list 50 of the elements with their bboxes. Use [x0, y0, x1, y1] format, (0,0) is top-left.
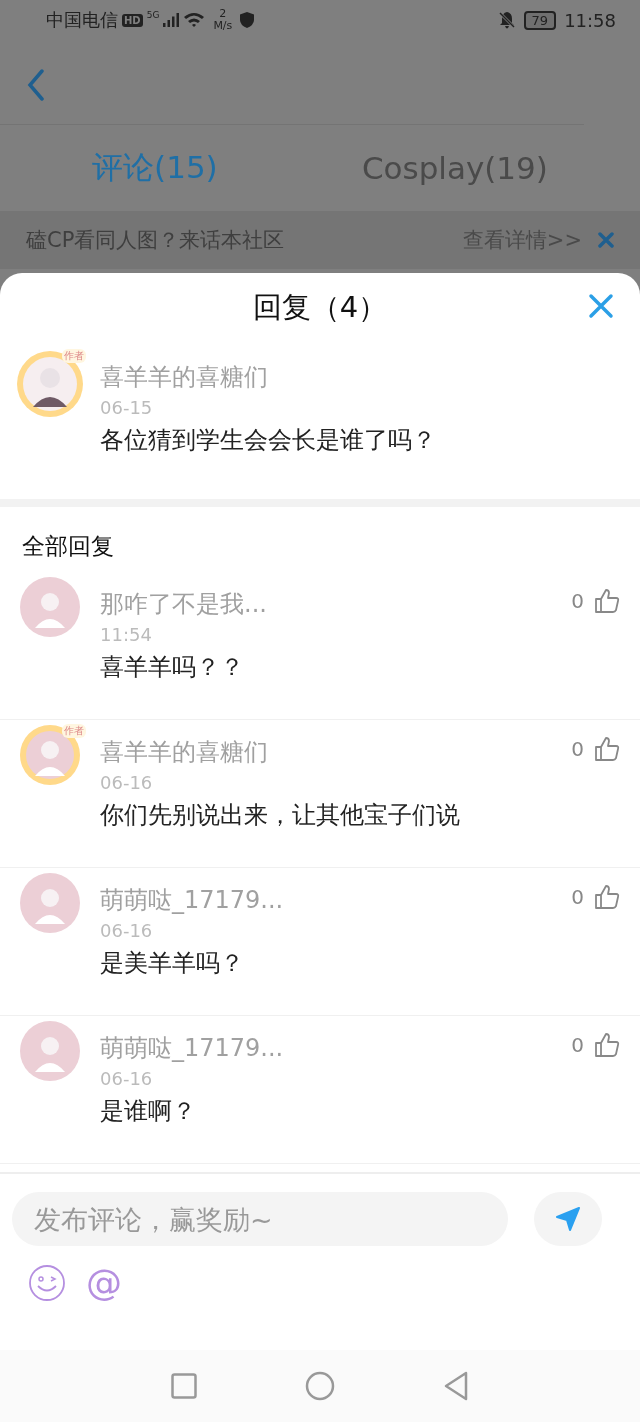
shield-icon	[240, 12, 255, 28]
post-date: 06-15	[100, 397, 153, 419]
hd-badge: HD	[122, 13, 143, 27]
send-icon	[554, 1205, 582, 1233]
network-label: 5G	[146, 10, 160, 20]
signal-icon	[163, 13, 180, 27]
wifi-icon	[183, 12, 206, 28]
username[interactable]: 喜羊羊的喜糖们	[100, 361, 268, 393]
author-badge: 作者	[62, 349, 86, 363]
comment-text: 喜羊羊吗？？	[100, 652, 244, 683]
thumbs-up-icon[interactable]	[594, 588, 620, 614]
username[interactable]: 萌萌哒_17179...	[100, 1032, 284, 1064]
back-icon[interactable]	[443, 1371, 469, 1401]
tab[interactable]: 评论(15)	[82, 143, 228, 193]
username[interactable]: 那咋了不是我...	[100, 588, 267, 620]
reply-date: 11:54	[100, 624, 152, 646]
clock-time: 11:58	[564, 9, 616, 31]
recents-icon[interactable]	[171, 1373, 197, 1399]
reply-date: 06-16	[100, 772, 153, 794]
battery-indicator: 79	[523, 10, 557, 30]
comment-text: 是谁啊？	[100, 1096, 196, 1127]
like-count: 0	[571, 737, 584, 761]
speed-unit: M/s	[213, 20, 233, 32]
reply-date: 06-16	[100, 1068, 153, 1090]
avatar[interactable]	[15, 349, 85, 419]
reply-date: 06-16	[100, 920, 153, 942]
close-icon[interactable]	[588, 293, 614, 319]
like-count: 0	[571, 1033, 584, 1057]
home-icon[interactable]	[305, 1371, 335, 1401]
like-count: 0	[571, 885, 584, 909]
thumbs-up-icon[interactable]	[594, 736, 620, 762]
bell-muted-icon	[497, 11, 516, 29]
carrier-name: 中国电信	[46, 8, 118, 32]
close-icon[interactable]	[598, 232, 614, 248]
thumbs-up-icon[interactable]	[594, 1032, 620, 1058]
section-title: 全部回复	[21, 532, 115, 561]
comment-text: 各位猜到学生会会长是谁了吗？	[100, 425, 436, 456]
author-badge: 作者	[62, 724, 86, 738]
like-count: 0	[571, 589, 584, 613]
mention-button[interactable]: @	[86, 1264, 122, 1302]
username[interactable]: 喜羊羊的喜糖们	[100, 736, 268, 768]
comment-text: 你们先别说出来，让其他宝子们说	[100, 800, 460, 831]
back-icon[interactable]	[26, 69, 46, 101]
emoji-icon[interactable]	[28, 1264, 66, 1302]
sheet-title: 回复（4）	[252, 289, 388, 326]
comment-input[interactable]: 发布评论，赢奖励~	[12, 1192, 508, 1246]
comment-text: 是美羊羊吗？	[100, 948, 244, 979]
thumbs-up-icon[interactable]	[594, 884, 620, 910]
speed-value: 2	[219, 8, 227, 20]
username[interactable]: 萌萌哒_17179...	[100, 884, 284, 916]
